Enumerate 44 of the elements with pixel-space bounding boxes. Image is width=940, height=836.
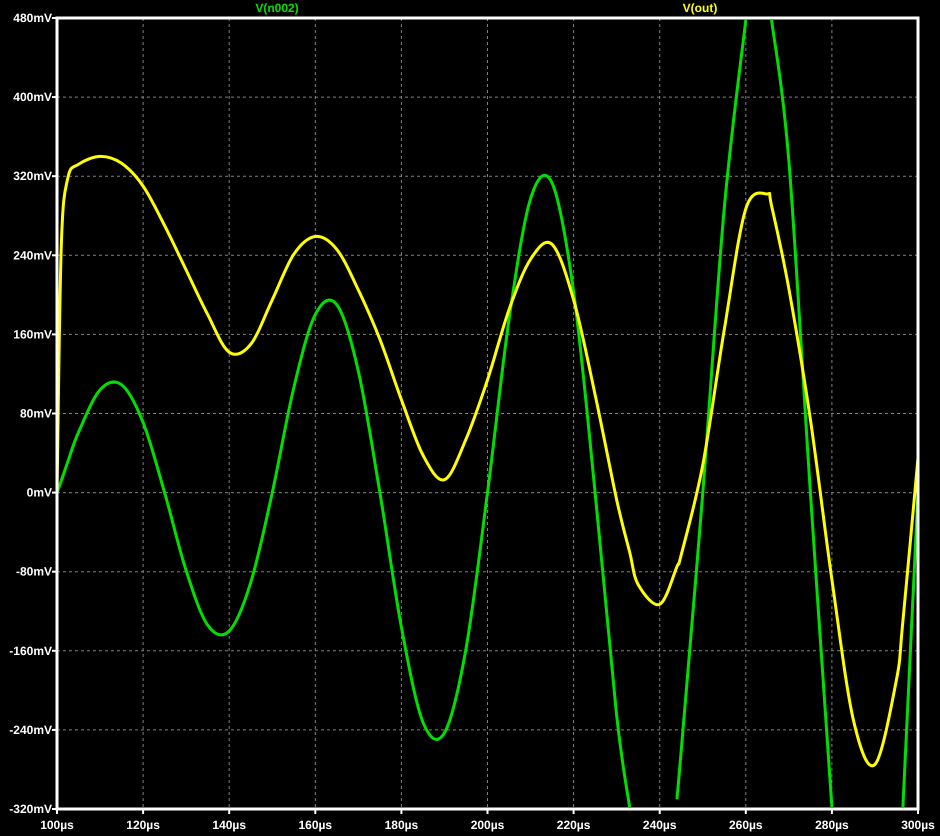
- x-tick-label: 240µs: [642, 818, 676, 832]
- y-tick-label: 320mV: [13, 169, 52, 184]
- y-tick-label: 400mV: [13, 90, 52, 104]
- y-tick-label: 0mV: [26, 486, 52, 500]
- tick-mark: [52, 728, 57, 731]
- y-tick-label: -160mV: [9, 644, 52, 658]
- tick-mark: [52, 175, 57, 178]
- y-tick-label: -240mV: [9, 722, 52, 737]
- tick-mark: [830, 809, 833, 814]
- tick-mark: [52, 412, 57, 414]
- trace-label[interactable]: V(out): [682, 1, 718, 15]
- y-tick-label: 160mV: [13, 327, 52, 342]
- x-tick-label: 260µs: [729, 818, 763, 832]
- tick-mark: [744, 809, 747, 814]
- x-tick-label: 220µs: [556, 818, 590, 832]
- x-tick-label: 100µs: [40, 818, 74, 832]
- x-tick-label: 120µs: [126, 818, 160, 832]
- y-tick-label: 480mV: [13, 11, 52, 25]
- tick-mark: [52, 254, 57, 256]
- x-tick-label: 200µs: [470, 818, 504, 832]
- y-tick-label: 80mV: [20, 406, 52, 420]
- tick-mark: [52, 492, 57, 494]
- y-tick-label: 240mV: [13, 248, 52, 262]
- tick-mark: [52, 650, 57, 652]
- tick-mark: [52, 333, 57, 336]
- tick-mark: [400, 809, 402, 814]
- x-tick-label: 280µs: [815, 818, 849, 832]
- tick-mark: [486, 809, 488, 814]
- y-tick-label: -80mV: [16, 564, 52, 579]
- x-tick-label: 140µs: [212, 818, 246, 832]
- y-tick-label: -320mV: [9, 802, 52, 816]
- trace-label[interactable]: V(n002): [255, 1, 299, 15]
- tick-mark: [52, 17, 57, 19]
- tick-mark: [658, 809, 661, 814]
- tick-mark: [228, 809, 230, 814]
- tick-mark: [142, 809, 144, 814]
- tick-mark: [52, 96, 57, 98]
- x-tick-label: 180µs: [384, 818, 418, 832]
- tick-mark: [572, 809, 575, 814]
- tick-mark: [52, 570, 57, 573]
- tick-mark: [314, 809, 316, 814]
- tick-mark: [917, 809, 919, 814]
- x-tick-label: 160µs: [298, 818, 332, 832]
- x-tick-label: 300µs: [901, 818, 935, 832]
